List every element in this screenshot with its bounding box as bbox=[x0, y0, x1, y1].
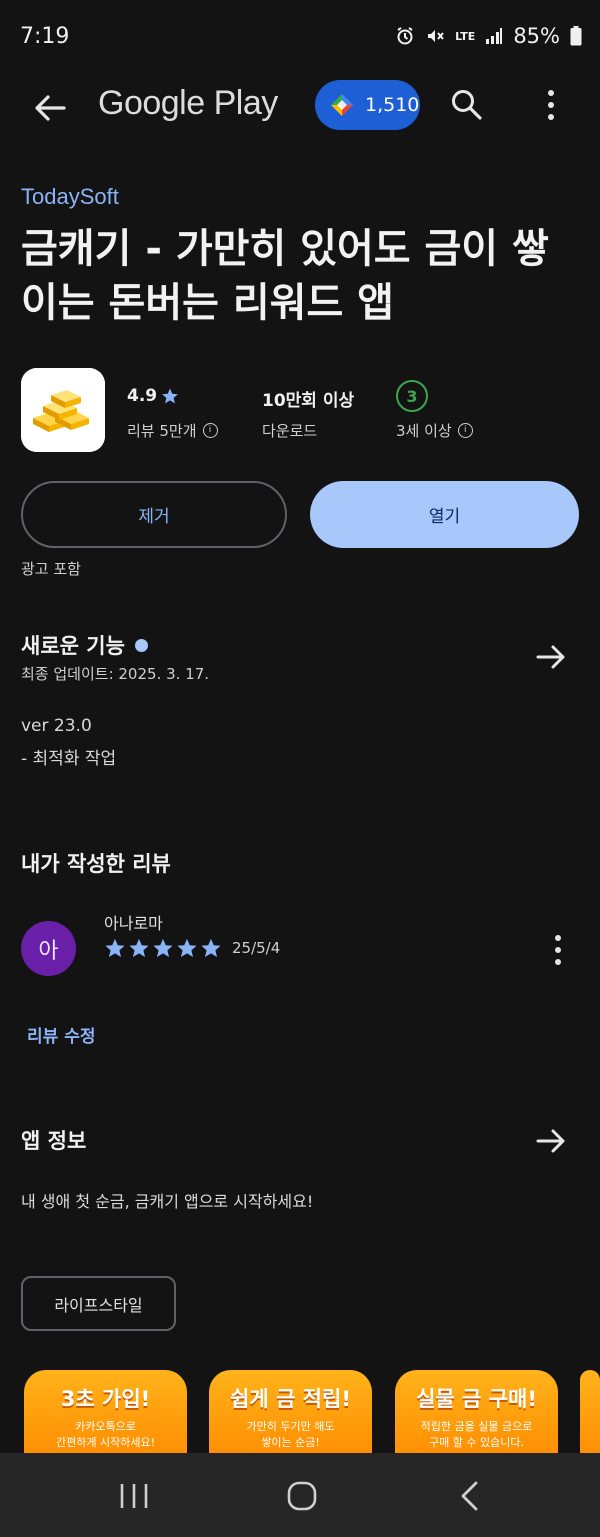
downloads-value: 10만회 이상 bbox=[262, 391, 355, 411]
reviewer-name: 아나로마 bbox=[104, 914, 163, 933]
star-icon bbox=[153, 938, 173, 957]
status-time: 7:19 bbox=[20, 24, 70, 49]
review-date: 25/5/4 bbox=[232, 939, 281, 957]
screenshot-subtext: 카카오톡으로 bbox=[75, 1420, 136, 1433]
screenshot-card[interactable]: 쉽게 금 적립! 가만히 두기만 해도 쌓이는 순금! bbox=[209, 1370, 372, 1465]
battery-icon bbox=[570, 26, 582, 46]
gold-bars-icon bbox=[21, 368, 105, 452]
whats-new-title: 새로운 기능 bbox=[21, 634, 125, 658]
home-icon[interactable] bbox=[286, 1480, 318, 1512]
mute-icon bbox=[425, 26, 445, 46]
star-icon bbox=[162, 388, 178, 404]
age-rating-badge: 3 bbox=[396, 380, 428, 412]
star-icon bbox=[177, 938, 197, 957]
nav-back-icon[interactable] bbox=[458, 1480, 482, 1512]
downloads-label: 다운로드 bbox=[262, 422, 318, 440]
category-chip[interactable]: 라이프스타일 bbox=[21, 1276, 176, 1331]
rating-count-label: 리뷰 5만개 bbox=[127, 422, 197, 440]
recent-apps-icon[interactable] bbox=[118, 1482, 150, 1510]
about-app-heading[interactable]: 앱 정보 bbox=[21, 1125, 86, 1155]
play-points-icon bbox=[331, 94, 353, 116]
play-points-pill[interactable]: 1,510 bbox=[315, 80, 420, 130]
app-icon bbox=[21, 368, 105, 452]
app-description: 내 생애 첫 순금, 금캐기 앱으로 시작하세요! bbox=[21, 1192, 314, 1211]
release-note: - 최적화 작업 bbox=[21, 749, 117, 769]
screenshot-subtext: 가만히 두기만 해도 bbox=[246, 1420, 335, 1433]
my-review-heading: 내가 작성한 리뷰 bbox=[21, 852, 171, 876]
rating-number: 4.9 bbox=[127, 386, 158, 406]
play-points-count: 1,510 bbox=[365, 94, 420, 116]
back-arrow-icon[interactable] bbox=[30, 88, 70, 128]
uninstall-button[interactable]: 제거 bbox=[21, 481, 287, 548]
more-vert-icon[interactable] bbox=[548, 933, 568, 967]
search-icon[interactable] bbox=[450, 88, 484, 122]
age-rating[interactable]: 3세 이상 i bbox=[396, 420, 473, 441]
star-icon bbox=[201, 938, 221, 957]
more-vert-icon[interactable] bbox=[540, 88, 562, 122]
screenshot-headline: 3초 가입! bbox=[60, 1387, 151, 1411]
screenshot-headline: 실물 금 구매! bbox=[416, 1387, 537, 1411]
review-stars bbox=[104, 937, 222, 959]
signal-icon bbox=[485, 27, 503, 45]
arrow-right-icon[interactable] bbox=[535, 1126, 567, 1156]
screenshot-headline: 쉽게 금 적립! bbox=[230, 1387, 351, 1411]
star-icon bbox=[129, 938, 149, 957]
screenshot-subtext: 간편하게 시작하세요! bbox=[56, 1436, 155, 1449]
screenshot-card-partial[interactable] bbox=[580, 1370, 600, 1465]
screenshot-subtext: 쌓이는 순금! bbox=[261, 1436, 320, 1449]
screenshot-card[interactable]: 3초 가입! 카카오톡으로 간편하게 시작하세요! bbox=[24, 1370, 187, 1465]
screenshot-subtext: 구매 할 수 있습니다. bbox=[429, 1436, 524, 1449]
alarm-icon bbox=[395, 26, 415, 46]
app-title: 금캐기 - 가만히 있어도 금이 쌓이는 돈버는 리워드 앱 bbox=[21, 226, 549, 326]
screenshot-card[interactable]: 실물 금 구매! 적립한 금을 실물 금으로 구매 할 수 있습니다. bbox=[395, 1370, 558, 1465]
screenshot-subtext: 적립한 금을 실물 금으로 bbox=[420, 1420, 533, 1433]
rating-count[interactable]: 리뷰 5만개 i bbox=[127, 420, 218, 441]
edit-review-link[interactable]: 리뷰 수정 bbox=[27, 1022, 95, 1047]
status-bar: 7:19 LTE 85% bbox=[0, 0, 600, 72]
status-icons: LTE 85% bbox=[395, 24, 582, 48]
developer-link[interactable]: TodaySoft bbox=[21, 184, 119, 210]
star-icon bbox=[105, 938, 125, 957]
contains-ads-label: 광고 포함 bbox=[21, 560, 81, 578]
new-indicator-dot bbox=[134, 638, 148, 652]
version-text: ver 23.0 bbox=[21, 716, 92, 736]
open-button[interactable]: 열기 bbox=[310, 481, 579, 548]
google-play-title: Google Play bbox=[98, 84, 278, 122]
info-icon[interactable]: i bbox=[457, 423, 473, 438]
age-rating-label: 3세 이상 bbox=[396, 422, 452, 440]
battery-percent: 85% bbox=[513, 24, 560, 48]
rating-value: 4.9 bbox=[127, 386, 179, 406]
arrow-right-icon[interactable] bbox=[535, 642, 567, 672]
whats-new-heading[interactable]: 새로운 기능 bbox=[21, 630, 148, 660]
avatar: 아 bbox=[21, 921, 76, 976]
lte-icon: LTE bbox=[455, 29, 476, 43]
last-updated: 최종 업데이트: 2025. 3. 17. bbox=[21, 665, 210, 683]
info-icon[interactable]: i bbox=[202, 423, 218, 438]
